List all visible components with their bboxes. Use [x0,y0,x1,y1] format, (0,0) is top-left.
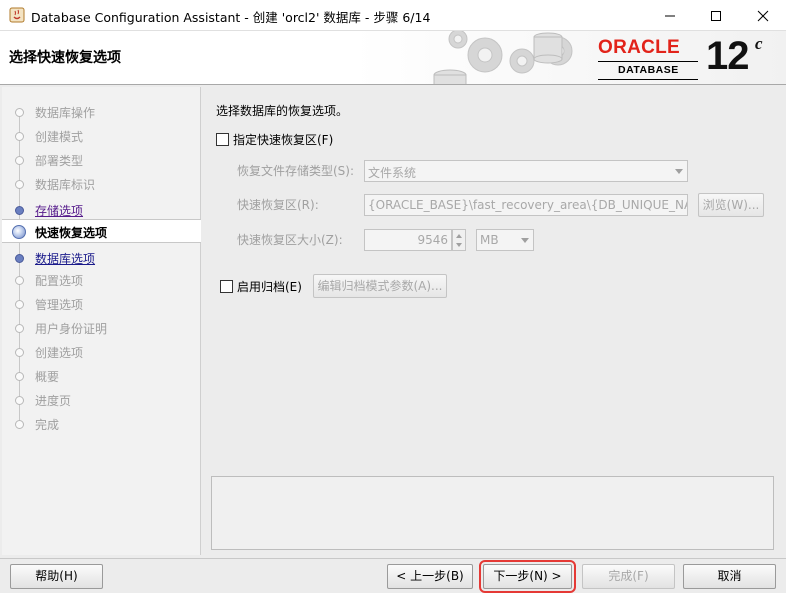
step-dot-icon [15,300,24,309]
step-dot-icon [15,180,24,189]
step-dot-icon [15,254,24,263]
logo-version-number: 12 [706,34,749,78]
nav-item-management-options: 管理选项 [2,292,201,316]
java-app-icon [9,7,25,23]
enable-archiving-label[interactable]: 启用归档(E) [237,278,302,295]
fra-location-input[interactable]: {ORACLE_BASE}\fast_recovery_area\{DB_UNI… [364,194,688,216]
gears-decoration-icon [433,31,573,84]
wizard-footer: 帮助(H) < 上一步(B) 下一步(N) > 完成(F) 取消 [0,558,786,593]
help-button[interactable]: 帮助(H) [10,564,103,589]
content-heading: 选择数据库的恢复选项。 [216,104,349,118]
nav-item-deployment-type: 部署类型 [2,148,201,172]
step-dot-icon [15,420,24,429]
chevron-down-icon [675,169,683,174]
message-area [211,476,774,550]
step-dot-icon [15,108,24,117]
fra-size-unit-select[interactable]: MB [476,229,534,251]
main-area: 数据库操作 创建模式 部署类型 数据库标识 存储选项 快速恢复选项 数据库选项 … [0,85,786,558]
step-dot-icon [15,396,24,405]
logo-database-text: DATABASE [618,64,679,76]
step-banner: 选择快速恢复选项 ORACLE DATABASE 12 c [0,31,786,85]
fra-size-spinner[interactable] [452,229,466,251]
nav-item-database-options[interactable]: 数据库选项 [2,246,201,270]
close-icon [757,10,769,21]
logo-oracle-text: ORACLE [598,37,681,58]
window-title: Database Configuration Assistant - 创建 'o… [31,10,431,25]
fra-location-label: 快速恢复区(R): [237,198,319,212]
nav-item-summary: 概要 [2,364,201,388]
step-dot-icon [15,324,24,333]
cancel-button[interactable]: 取消 [683,564,776,589]
next-button[interactable]: 下一步(N) > [479,560,576,593]
minimize-icon [665,15,675,16]
finish-button[interactable]: 完成(F) [582,564,675,589]
nav-item-database-identification: 数据库标识 [2,172,201,196]
enable-archiving-checkbox[interactable] [220,280,233,293]
back-button[interactable]: < 上一步(B) [387,564,473,589]
specify-fra-checkbox[interactable] [216,133,229,146]
storage-type-select[interactable]: 文件系统 [364,160,688,182]
logo-version-suffix: c [755,34,763,53]
specify-fra-label[interactable]: 指定快速恢复区(F) [233,131,333,148]
storage-type-label: 恢复文件存储类型(S): [237,164,355,178]
step-dot-icon [15,372,24,381]
current-step-icon [12,225,26,239]
logo-rule-top [598,61,698,62]
fra-size-input[interactable]: 9546 [364,229,452,251]
nav-item-configuration-options: 配置选项 [2,268,201,292]
step-dot-icon [15,132,24,141]
nav-item-database-operation: 数据库操作 [2,100,201,124]
nav-item-user-credentials: 用户身份证明 [2,316,201,340]
step-dot-icon [15,206,24,215]
spin-down-icon[interactable] [456,243,462,247]
maximize-icon [711,10,721,21]
nav-item-fast-recovery-option: 快速恢复选项 [2,219,201,243]
chevron-down-icon [521,238,529,243]
nav-item-creation-option: 创建选项 [2,340,201,364]
step-title: 选择快速恢复选项 [9,50,121,66]
browse-button[interactable]: 浏览(W)... [698,193,764,217]
maximize-button[interactable] [693,0,739,31]
nav-item-creation-mode: 创建模式 [2,124,201,148]
nav-item-finish: 完成 [2,412,201,436]
fra-size-label: 快速恢复区大小(Z): [237,233,343,247]
step-dot-icon [15,276,24,285]
title-bar: Database Configuration Assistant - 创建 'o… [0,0,786,31]
spin-up-icon[interactable] [456,234,462,238]
step-navigator: 数据库操作 创建模式 部署类型 数据库标识 存储选项 快速恢复选项 数据库选项 … [2,87,201,555]
nav-item-progress-page: 进度页 [2,388,201,412]
step-dot-icon [15,348,24,357]
minimize-button[interactable] [647,0,693,31]
edit-archive-params-button[interactable]: 编辑归档模式参数(A)... [313,274,447,298]
close-button[interactable] [740,0,786,31]
logo-rule-bottom [598,79,698,80]
content-panel: 选择数据库的恢复选项。 指定快速恢复区(F) 恢复文件存储类型(S): 文件系统… [201,87,784,555]
step-dot-icon [15,156,24,165]
